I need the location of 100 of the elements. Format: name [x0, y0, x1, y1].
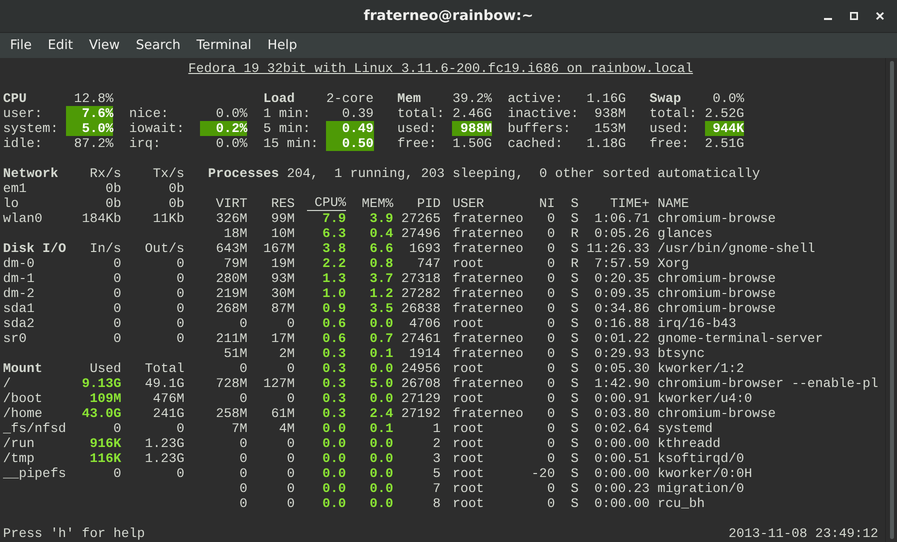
- table-cell-text: 0: [238, 481, 248, 496]
- table-cell-text: 0b: [104, 196, 122, 211]
- close-icon: [876, 12, 884, 20]
- table-cell-text: 0.6: [321, 316, 346, 331]
- column-header[interactable]: RES: [247, 196, 295, 211]
- table-cell-text: 3: [432, 451, 441, 466]
- table-cell-text: 1:06.71: [593, 211, 650, 226]
- stat-value: 988M: [452, 121, 492, 136]
- column-header[interactable]: TIME+: [578, 196, 650, 211]
- stat-label: system:: [3, 121, 60, 136]
- section-heading: Disk I/O: [3, 241, 68, 256]
- table-cell-text: 0b: [168, 196, 184, 211]
- table-cell-text: 0:16.88: [593, 316, 650, 331]
- table-cell-text: 643M: [214, 241, 248, 256]
- table-cell-text: systemd: [657, 421, 714, 436]
- table-cell-text: 0.0: [321, 496, 346, 511]
- column-header: Tx/s: [152, 166, 184, 181]
- stat-value: 938M: [593, 106, 626, 121]
- table-cell-text: 27282: [400, 286, 441, 301]
- table-cell-text: 0: [112, 286, 122, 301]
- table-cell-text: 27265: [400, 211, 441, 226]
- menu-item[interactable]: View: [80, 38, 128, 53]
- stat-value: 944K: [704, 121, 744, 136]
- table-cell-text: fraterneo: [452, 331, 524, 346]
- column-header[interactable]: PID: [393, 196, 441, 211]
- table-cell-text: 0: [546, 241, 555, 256]
- table-cell-text: 0: [112, 331, 122, 346]
- column-header[interactable]: USER: [452, 196, 532, 211]
- table-cell-text: S: [570, 316, 579, 331]
- table-cell-text: S: [570, 346, 579, 361]
- table-cell-text: 0: [175, 331, 184, 346]
- table-cell-text: 747: [416, 256, 441, 271]
- table-cell-text: S: [570, 211, 579, 226]
- table-cell-text: 2.4: [368, 406, 394, 421]
- table-cell-text: ksoftirqd/0: [657, 451, 746, 466]
- table-cell-text: Xorg: [657, 256, 690, 271]
- table-cell-text: 0: [546, 361, 555, 376]
- table-cell-text: gnome-terminal-server: [657, 331, 824, 346]
- table-cell-text: 0.1: [368, 421, 394, 436]
- table-cell-text: 0.0: [368, 361, 394, 376]
- table-cell-text: 0.0: [321, 421, 346, 436]
- table-cell-text: 0: [546, 271, 555, 286]
- table-cell-text: irq/16-b43: [657, 316, 738, 331]
- table-cell-text: sr0: [3, 331, 28, 346]
- menu-item[interactable]: Help: [259, 38, 306, 53]
- table-cell-text: 0: [286, 391, 295, 406]
- stat-label: total:: [397, 106, 446, 121]
- menu-item[interactable]: Search: [128, 38, 188, 53]
- table-cell-text: root: [452, 496, 485, 511]
- column-header[interactable]: CPU%: [306, 196, 346, 211]
- table-cell-text: root: [452, 436, 485, 451]
- column-header[interactable]: NAME: [657, 196, 878, 211]
- table-cell-text: 0.6: [321, 331, 346, 346]
- stat-label: active:: [508, 91, 564, 106]
- table-cell-text: 0: [546, 346, 555, 361]
- menu-item[interactable]: File: [2, 38, 40, 53]
- table-cell-text: 0: [238, 466, 248, 481]
- table-cell-text: 0:05.30: [593, 361, 650, 376]
- table-cell-text: migration/0: [657, 481, 746, 496]
- table-cell-text: 0:00.51: [593, 451, 650, 466]
- table-cell-text: 0:00.00: [593, 466, 650, 481]
- table-cell-text: 0: [546, 226, 555, 241]
- table-cell-text: kworker/u4:0: [657, 391, 754, 406]
- stat-value: 0.50: [326, 136, 374, 151]
- menu-item[interactable]: Terminal: [188, 38, 260, 53]
- table-cell-text: 167M: [262, 241, 295, 256]
- stat-label: free:: [650, 136, 690, 151]
- stat-label: nice:: [129, 106, 170, 121]
- table-cell-text: chromium-browse: [657, 271, 777, 286]
- table-cell-text: S: [570, 376, 579, 391]
- column-header[interactable]: NI: [531, 196, 555, 211]
- table-cell-text: S: [570, 451, 579, 466]
- column-header[interactable]: MEM%: [346, 196, 394, 211]
- table-cell: -20: [531, 466, 555, 481]
- table-cell-text: 4M: [278, 421, 295, 436]
- table-cell-text: 116K: [88, 451, 122, 466]
- scrollbar[interactable]: [885, 58, 897, 542]
- table-cell-text: /: [3, 376, 12, 391]
- table-cell-text: sda1: [3, 301, 36, 316]
- stat-label: iowait:: [129, 121, 186, 136]
- table-cell-text: 3.9: [368, 211, 394, 226]
- column-header[interactable]: S: [554, 196, 579, 211]
- table-cell-text: 43.0G: [80, 406, 122, 421]
- section-heading: CPU: [3, 91, 28, 106]
- table-cell-text: fraterneo: [452, 286, 524, 301]
- column-header[interactable]: VIRT: [208, 196, 248, 211]
- column-header: Out/s: [144, 241, 184, 256]
- stat-label: 1 min:: [263, 106, 312, 121]
- stat-value: 39.2%: [452, 91, 492, 106]
- scrollbar-thumb[interactable]: [890, 61, 894, 539]
- table-cell-text: 184Kb: [80, 211, 122, 226]
- table-cell-text: 0: [175, 256, 184, 271]
- table-cell-text: fraterneo: [452, 241, 524, 256]
- table-cell-text: kworker/1:2: [657, 361, 746, 376]
- menu-item[interactable]: Edit: [40, 38, 81, 53]
- table-cell-text: 916K: [88, 436, 122, 451]
- table-cell-text: root: [452, 256, 485, 271]
- table-cell-text: 5: [432, 466, 441, 481]
- table-cell-text: 0: [546, 316, 555, 331]
- table-cell-text: 0.0: [368, 481, 394, 496]
